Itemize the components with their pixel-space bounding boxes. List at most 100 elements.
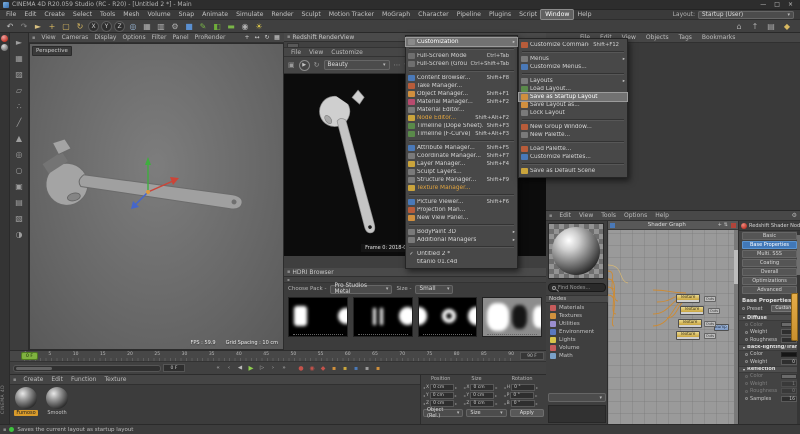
window-menu-entry[interactable]: Attribute Manager... Shift+F5 xyxy=(406,144,517,152)
mode-dropdown[interactable]: Object (Rel.) ▾ xyxy=(423,409,463,417)
coordinate-input[interactable]: 0 cm xyxy=(470,400,494,407)
menu-item[interactable]: Edit xyxy=(20,10,40,19)
material-item[interactable]: Fumoso xyxy=(13,387,39,416)
coordinate-input[interactable]: 0 ° xyxy=(510,392,534,399)
range-handle[interactable] xyxy=(16,367,52,370)
layout-vertical-tab[interactable]: CINEMA 4D xyxy=(1,385,6,414)
menu-item[interactable]: Volume xyxy=(144,10,175,19)
property-value[interactable]: 0 xyxy=(781,359,797,365)
lock-icon[interactable]: ▧ xyxy=(12,211,27,225)
window-menu-entry[interactable]: Full-Screen Mode Ctrl+Tab xyxy=(406,52,517,60)
panel-icon[interactable]: ▤ xyxy=(765,20,777,32)
menu-item[interactable]: Pipeline xyxy=(453,10,485,19)
points-mode-icon[interactable]: ∴ xyxy=(12,99,27,113)
window-menu-entry[interactable]: Content Browser... Shift+F8 xyxy=(406,74,517,82)
menu-item[interactable]: File xyxy=(2,10,20,19)
object-manager-menu-item[interactable]: Tags xyxy=(675,33,696,42)
maximize-button[interactable]: □ xyxy=(774,1,780,9)
increment-arrow[interactable]: ▸ xyxy=(455,385,457,390)
window-menu-entry[interactable]: titanio 01.c4d xyxy=(406,258,517,266)
customization-menu-entry[interactable]: Load Palette... xyxy=(519,145,627,153)
coordinate-input[interactable]: 0 ° xyxy=(511,384,535,391)
menu-item[interactable]: Motion Tracker xyxy=(325,10,378,19)
graph-node[interactable]: Texture xyxy=(678,319,702,328)
menu-item[interactable]: Tools xyxy=(96,10,119,19)
key-position-toggle[interactable]: ▪ xyxy=(329,363,339,373)
attribute-section-tab[interactable]: Optimizations xyxy=(742,277,797,285)
viewport-menu-item[interactable]: Panel xyxy=(169,33,191,42)
play-button[interactable]: ▶ xyxy=(246,363,256,373)
aov-dropdown[interactable]: Beauty ▾ xyxy=(324,60,390,70)
increment-arrow[interactable]: ▸ xyxy=(536,385,538,390)
save-image-icon[interactable]: ▣ xyxy=(288,61,295,69)
x-axis-lock[interactable]: X xyxy=(88,21,99,32)
increment-arrow[interactable]: ▸ xyxy=(495,393,497,398)
grid-snap-icon[interactable]: ▤ xyxy=(12,195,27,209)
selection-mode-icon[interactable]: ► xyxy=(12,35,27,49)
shader-menu-item[interactable]: Help xyxy=(651,211,673,220)
live-selection-icon[interactable]: ► xyxy=(32,20,44,32)
window-menu-entry[interactable]: Additional Managers ▸ xyxy=(406,236,517,244)
customization-menu-entry[interactable]: Customize Menus... xyxy=(519,63,627,71)
attribute-section-tab[interactable]: Multi. SSS xyxy=(742,250,797,258)
node-output-chip[interactable]: Outs xyxy=(704,333,716,339)
graph-node[interactable]: Texture xyxy=(680,306,704,315)
material-item[interactable]: Smooth xyxy=(44,387,70,416)
color-swatch[interactable] xyxy=(781,374,797,379)
customization-menu-entry[interactable]: New Group Window... xyxy=(519,123,627,131)
customization-menu-entry[interactable]: New Palette... xyxy=(519,131,627,139)
wrench-model[interactable] xyxy=(30,44,283,349)
renderview-menu-item[interactable]: View xyxy=(305,48,327,57)
window-menu-entry[interactable]: Full-Screen (Group) Mode Ctrl+Shift+Tab xyxy=(406,60,517,68)
node-category[interactable]: Volume xyxy=(546,344,608,352)
customization-menu-entry[interactable]: Save Layout as... xyxy=(519,101,627,109)
increment-arrow[interactable]: ▸ xyxy=(536,401,538,406)
renderview-menu-item[interactable]: Customize xyxy=(327,48,367,57)
property-value[interactable]: 0 xyxy=(781,388,797,394)
menu-item[interactable]: Simulate xyxy=(232,10,267,19)
coordinate-input[interactable]: 0 cm xyxy=(430,400,454,407)
end-frame-field[interactable]: 90 F xyxy=(520,352,544,360)
window-menu-entry[interactable]: Projection Man... xyxy=(406,206,517,214)
panel-grip-icon[interactable]: ▪ xyxy=(287,34,290,40)
coordinate-system-icon[interactable]: ◎ xyxy=(127,20,139,32)
find-nodes-input[interactable]: Find Nodes... xyxy=(548,283,606,292)
menu-item[interactable]: Render xyxy=(267,10,297,19)
playhead[interactable]: 0 F xyxy=(21,352,38,360)
key-parameter-toggle[interactable]: ▪ xyxy=(362,363,372,373)
minimize-button[interactable]: — xyxy=(760,1,766,9)
renderview-menu-item[interactable]: File xyxy=(287,48,305,57)
add-cube-icon[interactable]: ■ xyxy=(183,20,195,32)
window-menu-entry[interactable]: Node Editor... Shift+Alt+F2 xyxy=(406,114,517,122)
timeline-ruler[interactable]: 051015202530354045505560657075808590 0 F… xyxy=(10,351,546,362)
prev-key-button[interactable]: ‹ xyxy=(224,363,234,373)
window-menu-entry[interactable]: BodyPaint 3D ▸ xyxy=(406,228,517,236)
window-menu-entry[interactable]: Take Manager... xyxy=(406,82,517,90)
viewport-canvas[interactable]: Perspective FPS : 59.9 Grid Spacing : 10… xyxy=(29,43,284,350)
decrement-arrow[interactable]: ◂ xyxy=(423,385,425,390)
property-row[interactable]: Weight 0 xyxy=(739,358,800,366)
decrement-arrow[interactable]: ◂ xyxy=(504,385,506,390)
node-output-chip[interactable]: Outs xyxy=(704,321,716,327)
window-menu-entry[interactable]: Picture Viewer... Shift+F6 xyxy=(406,198,517,206)
customization-menu-entry[interactable]: Save as Startup Layout xyxy=(519,93,627,101)
zoom-view-icon[interactable]: ↔ xyxy=(253,34,261,41)
swap-icon[interactable]: ⇅ xyxy=(724,222,728,228)
window-menu-entry[interactable]: Material Editor... xyxy=(406,106,517,114)
window-menu-entry[interactable] xyxy=(409,246,514,248)
edges-mode-icon[interactable]: ╱ xyxy=(12,115,27,129)
coordinate-input[interactable]: 0 cm xyxy=(430,392,454,399)
scale-tool-icon[interactable]: ▢ xyxy=(60,20,72,32)
customization-menu-entry[interactable] xyxy=(522,141,624,143)
menu-item[interactable]: Sculpt xyxy=(297,10,324,19)
increment-arrow[interactable]: ▸ xyxy=(455,401,457,406)
toggle-view-icon[interactable]: ▦ xyxy=(273,34,281,41)
viewport-menu-item[interactable]: ProRender xyxy=(192,33,229,42)
customization-menu-entry[interactable]: Customize Palettes... xyxy=(519,153,627,161)
key-rotation-toggle[interactable]: ▪ xyxy=(351,363,361,373)
graph-node[interactable]: Texture xyxy=(676,331,700,340)
object-manager-menu-item[interactable]: Objects xyxy=(642,33,673,42)
panel-grip-icon[interactable]: ▪ xyxy=(549,213,552,219)
shader-menu-item[interactable]: Options xyxy=(620,211,651,220)
menu-item[interactable]: Animate xyxy=(198,10,232,19)
